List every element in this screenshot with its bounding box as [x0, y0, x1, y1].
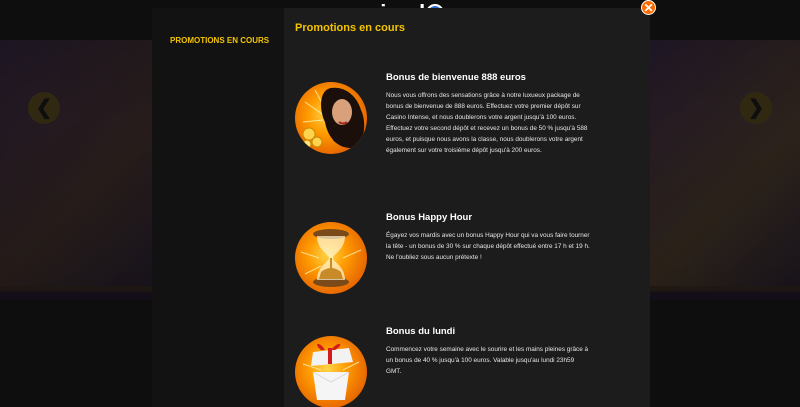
promo-description: Égayez vos mardis avec un bonus Happy Ho…	[386, 232, 590, 261]
promo-title: Bonus de bienvenue 888 euros	[386, 72, 526, 83]
promo-title: Bonus du lundi	[386, 326, 456, 337]
promo-description: Nous vous offrons des sensations grâce à…	[386, 92, 588, 154]
promotions-modal: PROMOTIONS EN COURS Promotions en cours	[152, 8, 650, 407]
modal-sidebar: PROMOTIONS EN COURS	[152, 8, 284, 407]
gift-box-icon	[295, 336, 367, 407]
woman-with-coins-icon	[295, 82, 367, 154]
modal-content: Promotions en cours Bonus de bienvenue 8…	[284, 8, 650, 407]
sidebar-item-promotions[interactable]: PROMOTIONS EN COURS	[170, 36, 269, 45]
hourglass-icon	[295, 222, 367, 294]
close-icon[interactable]: ✕	[641, 0, 656, 15]
page-title: Promotions en cours	[295, 22, 406, 34]
promo-description: Commencez votre semaine avec le sourire …	[386, 346, 589, 375]
promo-title: Bonus Happy Hour	[386, 212, 473, 223]
